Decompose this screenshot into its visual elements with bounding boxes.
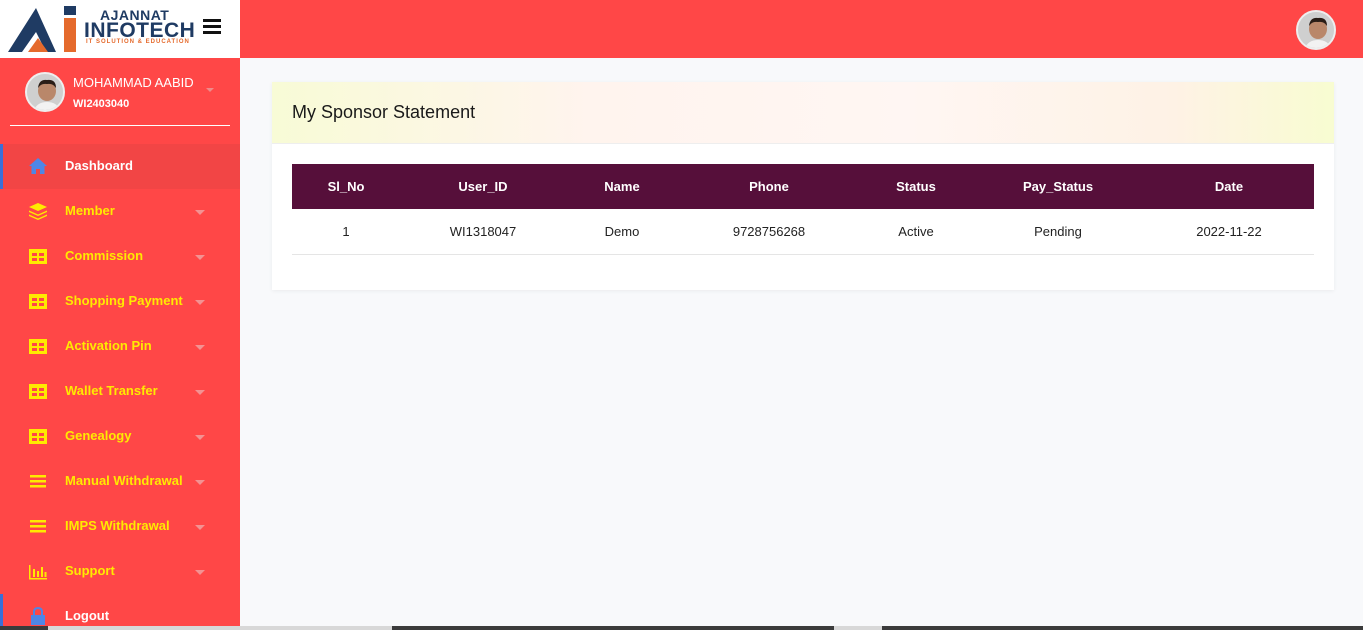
grid-icon [29, 249, 47, 264]
sidebar-item-label: Dashboard [65, 158, 133, 173]
logo-tagline: IT SOLUTION & EDUCATION [86, 39, 190, 45]
sidebar-item-logout[interactable]: Logout [0, 594, 240, 630]
column-header-status: Status [860, 164, 972, 209]
header-avatar[interactable] [1296, 10, 1336, 50]
sidebar-item-label: Support [65, 563, 115, 578]
sidebar-item-imps-withdrawal[interactable]: IMPS Withdrawal [0, 504, 240, 549]
chevron-down-icon [195, 390, 205, 395]
chevron-down-icon[interactable] [206, 88, 214, 92]
cell-name: Demo [566, 209, 678, 255]
column-header-sl-no: Sl_No [292, 164, 400, 209]
chevron-down-icon [195, 345, 205, 350]
brand-area: AJANNAT INFOTECH IT SOLUTION & EDUCATION [0, 0, 240, 58]
status-badge: Active [860, 209, 972, 255]
sidebar-item-label: Member [65, 203, 115, 218]
logo-icon [8, 6, 76, 52]
chevron-down-icon [195, 525, 205, 530]
column-header-phone: Phone [678, 164, 860, 209]
cell-date: 2022-11-22 [1144, 209, 1314, 255]
scrollbar-thumb[interactable] [48, 626, 392, 630]
sidebar: MOHAMMAD AABID WI2403040 Dashboard Membe… [0, 58, 240, 630]
lock-icon [31, 607, 45, 625]
cell-sl-no: 1 [292, 209, 400, 255]
layers-icon [29, 203, 47, 220]
sidebar-item-label: Commission [65, 248, 144, 263]
user-id: WI2403040 [73, 98, 130, 110]
table-header-row: Sl_No User_ID Name Phone Status Pay_Stat… [292, 164, 1314, 209]
sidebar-item-member[interactable]: Member [0, 189, 240, 234]
sidebar-item-label: Manual Withdrawal [65, 473, 183, 488]
chevron-down-icon [195, 570, 205, 575]
list-icon [30, 520, 46, 533]
bar-chart-icon [29, 565, 47, 580]
sponsor-statement-table: Sl_No User_ID Name Phone Status Pay_Stat… [292, 164, 1314, 255]
sidebar-item-support[interactable]: Support [0, 549, 240, 594]
card-header: My Sponsor Statement [272, 82, 1334, 144]
sidebar-item-label: Genealogy [65, 428, 132, 443]
menu-toggle-icon[interactable] [203, 19, 221, 35]
chevron-down-icon [195, 480, 205, 485]
cell-user-id: WI1318047 [400, 209, 566, 255]
pay-status-badge: Pending [972, 209, 1144, 255]
chevron-down-icon [195, 300, 205, 305]
sidebar-item-manual-withdrawal[interactable]: Manual Withdrawal [0, 459, 240, 504]
sidebar-item-label: Logout [65, 608, 110, 623]
grid-icon [29, 294, 47, 309]
sidebar-item-label: Wallet Transfer [65, 383, 158, 398]
sidebar-item-label: IMPS Withdrawal [65, 518, 170, 533]
grid-icon [29, 429, 47, 444]
column-header-date: Date [1144, 164, 1314, 209]
table-row: 1 WI1318047 Demo 9728756268 Active Pendi… [292, 209, 1314, 255]
user-profile[interactable]: MOHAMMAD AABID WI2403040 [10, 58, 230, 126]
chevron-down-icon [195, 435, 205, 440]
sidebar-item-label: Activation Pin [65, 338, 152, 353]
avatar [25, 72, 65, 112]
column-header-user-id: User_ID [400, 164, 566, 209]
column-header-pay-status: Pay_Status [972, 164, 1144, 209]
chevron-down-icon [195, 210, 205, 215]
chevron-down-icon [195, 255, 205, 260]
page-title: My Sponsor Statement [292, 102, 476, 122]
list-icon [30, 475, 46, 488]
cell-phone: 9728756268 [678, 209, 860, 255]
sidebar-menu: Dashboard Member Commission Shopping Pay… [0, 144, 240, 630]
column-header-name: Name [566, 164, 678, 209]
sidebar-item-activation-pin[interactable]: Activation Pin [0, 324, 240, 369]
sidebar-item-commission[interactable]: Commission [0, 234, 240, 279]
sidebar-item-genealogy[interactable]: Genealogy [0, 414, 240, 459]
sponsor-statement-card: My Sponsor Statement Sl_No User_ID Name … [272, 82, 1334, 290]
scrollbar-segment [834, 626, 882, 630]
grid-icon [29, 339, 47, 354]
sidebar-item-shopping-payment[interactable]: Shopping Payment [0, 279, 240, 324]
home-icon [29, 158, 47, 174]
sidebar-item-dashboard[interactable]: Dashboard [0, 144, 240, 189]
user-name: MOHAMMAD AABID [73, 75, 194, 90]
sidebar-item-label: Shopping Payment [65, 293, 183, 308]
sidebar-item-wallet-transfer[interactable]: Wallet Transfer [0, 369, 240, 414]
grid-icon [29, 384, 47, 399]
